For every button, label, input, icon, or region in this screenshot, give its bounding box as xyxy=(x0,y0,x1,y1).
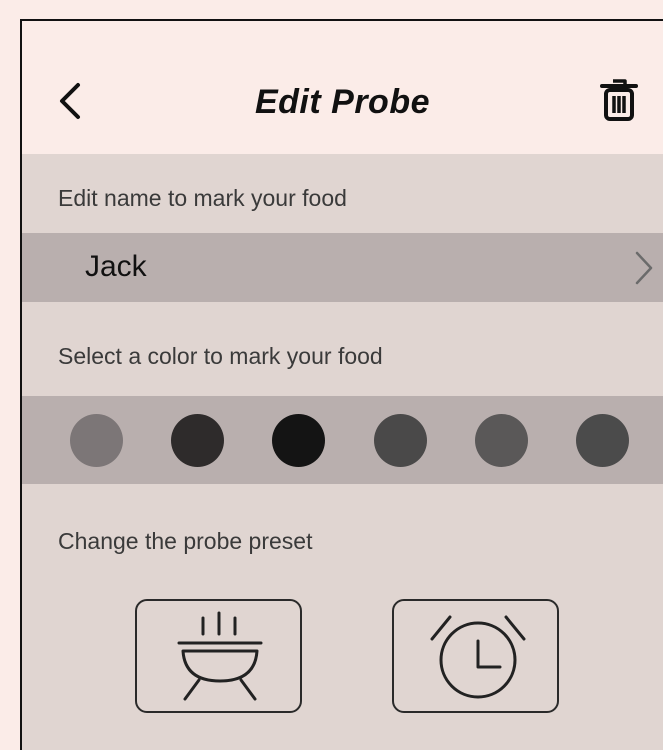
grill-icon xyxy=(177,611,263,701)
delete-button[interactable] xyxy=(599,77,639,123)
page-title: Edit Probe xyxy=(254,83,431,121)
preset-section-label: Change the probe preset xyxy=(58,528,313,554)
color-section-label: Select a color to mark your food xyxy=(58,343,383,369)
color-swatch-1[interactable] xyxy=(70,414,123,467)
name-section-label: Edit name to mark your food xyxy=(58,185,347,211)
color-swatch-2[interactable] xyxy=(171,414,224,467)
alarm-clock-icon xyxy=(430,615,526,699)
color-swatch-5[interactable] xyxy=(475,414,528,467)
color-picker-row xyxy=(22,396,663,484)
probe-name-value: Jack xyxy=(85,250,147,283)
color-swatch-3[interactable] xyxy=(272,414,325,467)
probe-name-row[interactable]: Jack xyxy=(22,233,663,302)
timer-preset-button[interactable] xyxy=(392,599,559,713)
app-screen: Edit Probe Edit name to mark your food J… xyxy=(20,19,663,750)
grill-preset-button[interactable] xyxy=(135,599,302,713)
chevron-right-icon xyxy=(635,251,653,285)
header-bar: Edit Probe xyxy=(22,21,663,154)
color-swatch-6[interactable] xyxy=(576,414,629,467)
color-swatch-4[interactable] xyxy=(374,414,427,467)
trash-icon xyxy=(600,79,638,121)
